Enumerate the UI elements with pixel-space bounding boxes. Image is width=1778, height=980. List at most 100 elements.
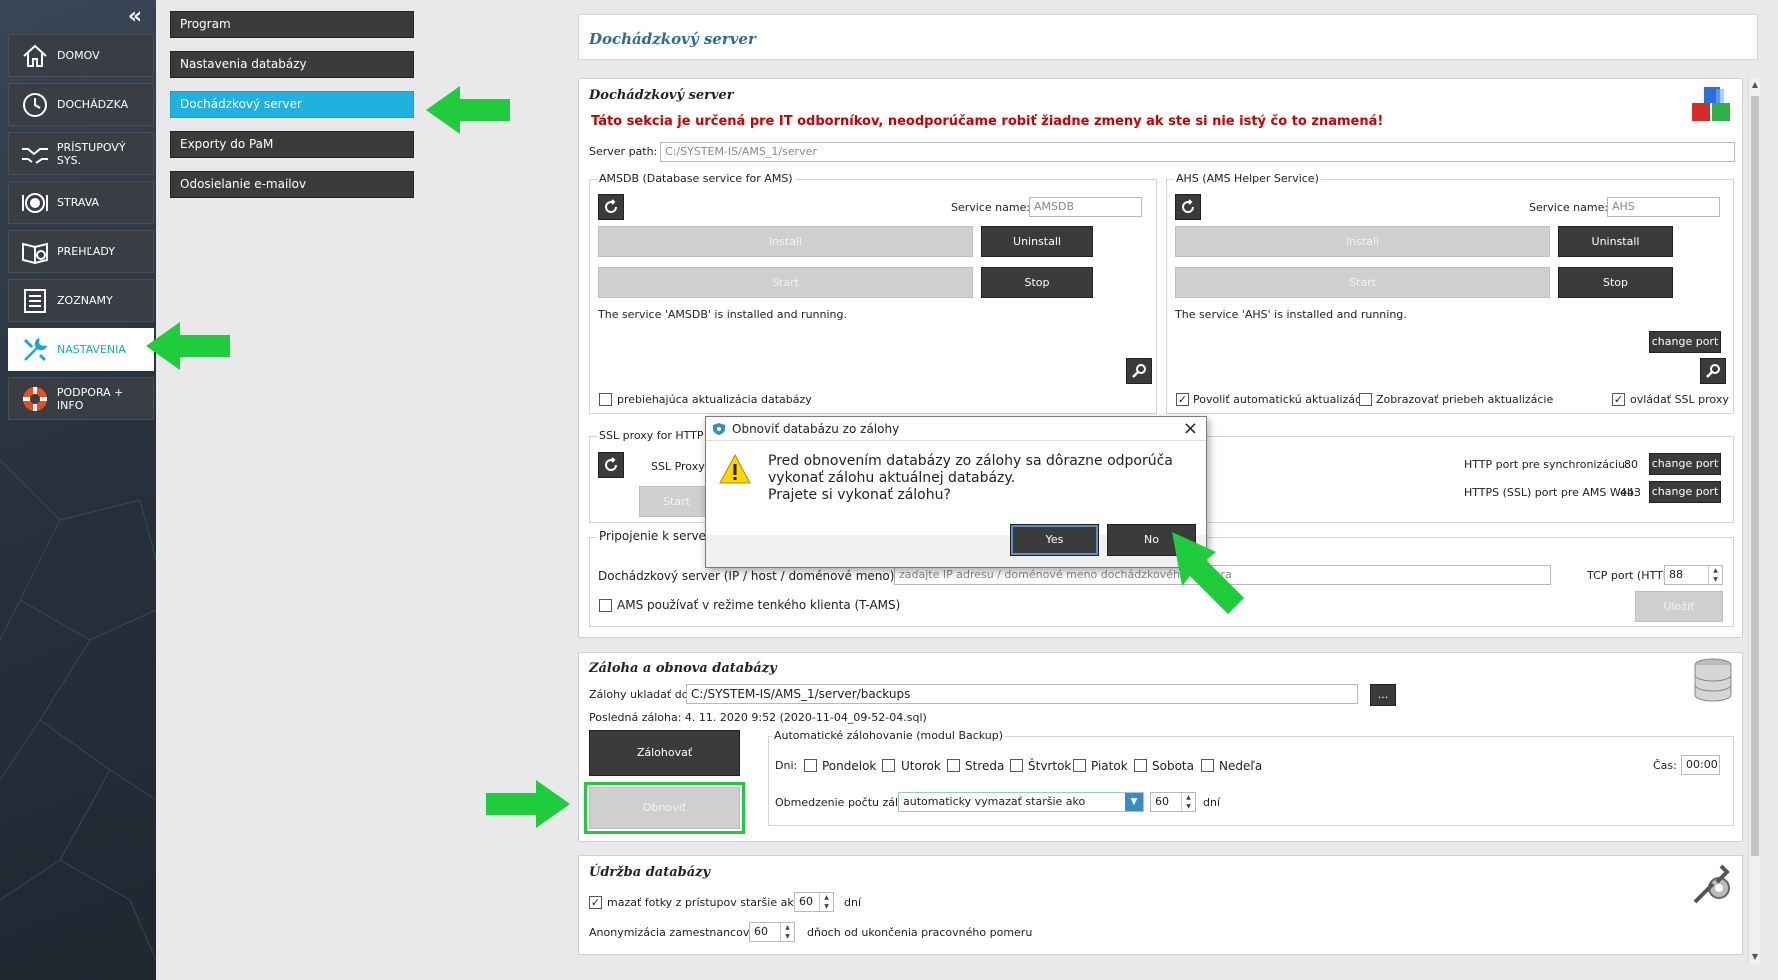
collapse-sidebar-icon[interactable]: « — [124, 6, 146, 28]
scroll-up-icon[interactable]: ▲ — [1749, 78, 1761, 92]
amsdb-search-button[interactable] — [1126, 358, 1152, 384]
http-change-port-button[interactable]: change port — [1649, 453, 1721, 475]
delete-photos-stepper[interactable]: 60 ▲ ▼ — [794, 892, 834, 912]
scroll-down-icon[interactable]: ▼ — [1749, 950, 1761, 964]
thin-client-checkbox[interactable] — [599, 599, 612, 612]
green-arrow-icon — [486, 780, 570, 828]
submenu-program[interactable]: Program — [170, 11, 414, 38]
chevron-down-icon[interactable]: ▼ — [1125, 793, 1143, 811]
dialog-message: Pred obnovením databázy zo zálohy sa dôr… — [768, 453, 1173, 504]
spinner-arrows-icon[interactable]: ▲ ▼ — [1708, 566, 1722, 584]
app-shield-icon — [713, 423, 725, 435]
ahs-ssl-proxy-checkbox[interactable]: ✓ — [1612, 393, 1625, 406]
day-checkbox-nedela[interactable] — [1201, 759, 1214, 772]
backup-path-label: Zálohy ukladať do: — [589, 688, 693, 701]
https-change-port-button[interactable]: change port — [1649, 481, 1721, 503]
http-port-label: HTTP port pre synchronizáciu: — [1464, 458, 1629, 471]
refresh-ahs-button[interactable] — [1175, 194, 1201, 220]
plate-icon — [19, 187, 51, 219]
limit-select-value: automaticky vymazať staršie ako — [903, 795, 1086, 808]
ahs-uninstall-button[interactable]: Uninstall — [1558, 226, 1673, 257]
refresh-amsdb-button[interactable] — [598, 194, 624, 220]
yes-button[interactable]: Yes — [1010, 524, 1099, 556]
day-checkbox-stvrtok[interactable] — [1010, 759, 1023, 772]
day-label: Pondelok — [822, 759, 877, 773]
anonymize-label: Anonymizácia zamestnancov po — [589, 926, 767, 939]
magnifier-icon — [1132, 364, 1146, 378]
day-checkbox-sobota[interactable] — [1134, 759, 1147, 772]
sidebar-item-nastavenia[interactable]: NASTAVENIA — [8, 328, 154, 371]
anonymize-stepper[interactable]: 60 ▲ ▼ — [749, 922, 795, 942]
ahs-show-progress-checkbox[interactable] — [1359, 393, 1372, 406]
sidebar-item-prehlady[interactable]: PREHĽADY — [8, 230, 154, 273]
tcp-port-stepper[interactable]: 88 ▲ ▼ — [1664, 565, 1723, 585]
day-checkbox-piatok[interactable] — [1073, 759, 1086, 772]
spinner-arrows-icon[interactable]: ▲ ▼ — [1181, 793, 1195, 811]
main-scrollbar[interactable]: ▲ ▼ — [1748, 78, 1760, 964]
day-label: Sobota — [1152, 759, 1194, 773]
ahs-stop-button[interactable]: Stop — [1558, 267, 1673, 298]
refresh-ssl-button[interactable] — [598, 452, 624, 478]
ssl-start-button[interactable]: Start — [639, 486, 714, 517]
sidebar-item-pristupovy-sys[interactable]: PRÍSTUPOVÝ SYS. — [8, 132, 154, 175]
ahs-change-port-button[interactable]: change port — [1649, 331, 1721, 353]
day-label: Streda — [965, 759, 1005, 773]
sidebar-item-dochadzka[interactable]: DOCHÁDZKA — [8, 83, 154, 126]
sidebar-item-zoznamy[interactable]: ZOZNAMY — [8, 279, 154, 322]
amsdb-stop-button[interactable]: Stop — [981, 267, 1093, 298]
save-connection-button[interactable]: Uložiť — [1635, 591, 1723, 622]
https-port-value: 443 — [1620, 486, 1641, 499]
backup-path-input[interactable]: C:/SYSTEM-IS/AMS_1/server/backups — [686, 684, 1358, 704]
day-checkbox-streda[interactable] — [947, 759, 960, 772]
submenu-odosielanie-e-mailov[interactable]: Odosielanie e-mailov — [170, 171, 414, 198]
amsdb-service-name-input[interactable]: AMSDB — [1029, 197, 1142, 217]
server-path-label: Server path: — [589, 145, 658, 158]
ssl-proxy-label: SSL Proxy ( — [651, 460, 713, 473]
anonymize-unit: dňoch od ukončenia pracovného pomeru — [807, 926, 1033, 939]
server-path-input[interactable]: C:/SYSTEM-IS/AMS_1/server — [660, 142, 1735, 162]
day-checkbox-utorok[interactable] — [882, 759, 895, 772]
ahs-start-button[interactable]: Start — [1175, 267, 1550, 298]
ahs-search-button[interactable] — [1700, 358, 1726, 384]
spinner-arrows-icon[interactable]: ▲ ▼ — [780, 923, 794, 941]
dialog-message-line: vykonať zálohu aktuálnej databázy. — [768, 470, 1016, 486]
time-input[interactable]: 00:00 — [1681, 755, 1720, 775]
delete-photos-checkbox[interactable]: ✓ — [589, 896, 602, 909]
amsdb-install-button[interactable]: Install — [598, 226, 973, 257]
limit-select[interactable]: automaticky vymazať staršie ako ▼ — [898, 792, 1144, 812]
restore-button[interactable]: Obnoviť — [589, 787, 740, 829]
maintenance-panel: Údržba databázy ✓ mazať fotky z prístupo… — [578, 855, 1743, 955]
amsdb-uninstall-button[interactable]: Uninstall — [981, 226, 1093, 257]
amsdb-service-name-label: Service name: — [951, 201, 1031, 214]
submenu-nastavenia-databazy[interactable]: Nastavenia databázy — [170, 51, 414, 78]
sidebar-item-label: PODPORA + INFO — [56, 385, 124, 412]
ahs-install-button[interactable]: Install — [1175, 226, 1550, 257]
sidebar-item-domov[interactable]: DOMOV — [8, 34, 154, 77]
browse-backup-path-button[interactable]: ... — [1370, 684, 1396, 706]
limit-days-stepper[interactable]: 60 ▲ ▼ — [1150, 792, 1196, 812]
amsdb-start-button[interactable]: Start — [598, 267, 973, 298]
server-panel-title: Dochádzkový server — [589, 88, 734, 103]
thin-client-label: AMS používať v režime tenkého klienta (T… — [617, 598, 901, 612]
ahs-service-name-input[interactable]: AHS — [1607, 197, 1720, 217]
green-arrow-icon — [146, 322, 230, 370]
dialog-body: Pred obnovením databázy zo zálohy sa dôr… — [706, 441, 1206, 535]
sidebar-item-strava[interactable]: STRAVA — [8, 181, 154, 224]
sidebar-item-label: DOMOV — [57, 49, 100, 62]
ahs-auto-update-checkbox[interactable]: ✓ — [1176, 393, 1189, 406]
close-icon[interactable]: × — [1183, 418, 1198, 439]
spinner-arrows-icon[interactable]: ▲ ▼ — [819, 893, 833, 911]
maintenance-panel-title: Údržba databázy — [589, 865, 711, 880]
scrollbar-thumb[interactable] — [1751, 96, 1759, 856]
submenu-exporty-do-pam[interactable]: Exporty do PaM — [170, 131, 414, 158]
backup-button[interactable]: Zálohovať — [589, 730, 740, 776]
amsdb-update-checkbox[interactable] — [599, 393, 612, 406]
sidebar-item-podpora[interactable]: PODPORA + INFO — [8, 377, 154, 420]
submenu-dochadzkovy-server[interactable]: Dochádzkový server — [170, 91, 414, 118]
day-checkbox-pondelok[interactable] — [804, 759, 817, 772]
server-address-label: Dochádzkový server (IP / host / doménové… — [598, 569, 899, 583]
dialog-message-line: Prajete si vykonať zálohu? — [768, 487, 951, 503]
ahs-auto-update-label: Povoliť automatickú aktualizáciu — [1193, 393, 1372, 406]
sidebar-item-label: ZOZNAMY — [57, 294, 113, 307]
auto-backup-group-label: Automatické zálohovanie (modul Backup) — [772, 729, 1006, 742]
